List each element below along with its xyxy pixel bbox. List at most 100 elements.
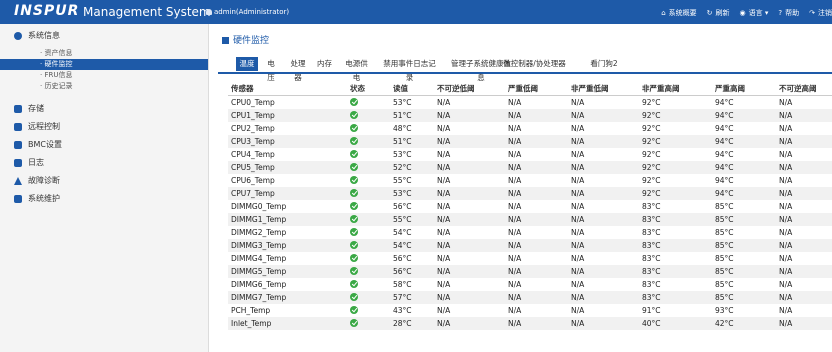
table-cell: DIMMG3_Temp xyxy=(228,239,347,252)
home-icon: ⌂ xyxy=(661,9,666,17)
sidebar-subitem-1[interactable]: · 硬件监控 xyxy=(0,59,208,70)
table-cell: 56°C xyxy=(393,254,412,263)
maintenance-icon xyxy=(14,195,22,203)
table-cell: 54°C xyxy=(393,228,412,237)
status-ok-icon xyxy=(350,293,358,301)
table-cell: N/A xyxy=(505,291,568,304)
sidebar-group-5[interactable]: 故障诊断 xyxy=(0,172,208,190)
table-cell: N/A xyxy=(568,239,639,252)
table-cell: N/A xyxy=(505,265,568,278)
table-row: CPU7_Temp 53°C N/A N/A N/A 92°C 94°C N/A xyxy=(228,187,832,200)
table-cell: N/A xyxy=(776,239,832,252)
table-cell: N/A xyxy=(508,228,522,237)
table-cell: N/A xyxy=(779,202,793,211)
status-ok-icon xyxy=(350,176,358,184)
tab-5[interactable]: 禁用事件日志记录 xyxy=(378,57,441,82)
sidebar-group-0[interactable]: 系统信息 xyxy=(0,27,208,45)
table-cell: 94°C xyxy=(715,124,734,133)
table-cell: N/A xyxy=(434,291,505,304)
refresh-icon: ↻ xyxy=(706,9,713,17)
table-cell: 28°C xyxy=(390,317,434,330)
table-cell: CPU0_Temp xyxy=(231,98,275,107)
status-cell xyxy=(347,239,390,252)
table-cell: N/A xyxy=(434,239,505,252)
status-cell xyxy=(347,265,390,278)
top-nav-item[interactable]: ↻ 刷新 xyxy=(707,9,730,17)
table-cell: N/A xyxy=(505,109,568,122)
table-cell: DIMMG5_Temp xyxy=(228,265,347,278)
sidebar-group-2[interactable]: 远程控制 xyxy=(0,118,208,136)
table-cell: N/A xyxy=(571,98,585,107)
table-cell: N/A xyxy=(508,98,522,107)
status-ok-icon xyxy=(350,254,358,262)
user-icon xyxy=(206,9,212,15)
status-cell xyxy=(347,200,390,213)
column-header[interactable]: 状态 xyxy=(347,82,390,96)
sidebar-group-3[interactable]: BMC设置 xyxy=(0,136,208,154)
table-cell: 53°C xyxy=(393,98,412,107)
table-cell: CPU5_Temp xyxy=(228,161,347,174)
top-nav: ⌂ 系统概要 ↻ 刷新 ◉ 语言 ▾ ? 帮助 ↷ 注销 xyxy=(651,8,832,18)
tab-0[interactable]: 温度 xyxy=(236,57,258,71)
table-cell: 85°C xyxy=(712,265,776,278)
tab-7[interactable]: 微控制器/协处理器 xyxy=(493,57,576,71)
top-nav-label: 刷新 xyxy=(715,9,730,17)
table-cell: N/A xyxy=(779,176,793,185)
table-cell: N/A xyxy=(779,98,793,107)
top-nav-item[interactable]: ↷ 注销 xyxy=(809,9,832,17)
column-header[interactable]: 非严重低阈 xyxy=(568,82,639,96)
status-ok-icon xyxy=(350,150,358,158)
table-cell: 54°C xyxy=(390,239,434,252)
sidebar-subitem-0[interactable]: · 资产信息 xyxy=(0,48,208,59)
table-cell: CPU7_Temp xyxy=(228,187,347,200)
tab-8[interactable]: 看门狗2 xyxy=(587,57,621,71)
column-header[interactable]: 不可逆低阈 xyxy=(434,82,505,96)
table-cell: 56°C xyxy=(390,265,434,278)
table-cell: N/A xyxy=(437,202,451,211)
table-cell: N/A xyxy=(437,306,451,315)
table-cell: 83°C xyxy=(642,280,661,289)
sidebar-group-1[interactable]: 存储 xyxy=(0,100,208,118)
table-row: CPU6_Temp 55°C N/A N/A N/A 92°C 94°C N/A xyxy=(228,174,832,187)
table-cell: N/A xyxy=(437,150,451,159)
gear-icon xyxy=(14,141,22,149)
status-cell xyxy=(347,174,390,187)
column-header[interactable]: 读值 xyxy=(390,82,434,96)
column-header[interactable]: 非严重高阈 xyxy=(639,82,712,96)
sidebar-subitem-3[interactable]: · 历史记录 xyxy=(0,81,208,92)
top-nav-item[interactable]: ◉ 语言 ▾ xyxy=(740,9,769,17)
sidebar-group-6[interactable]: 系统维护 xyxy=(0,190,208,208)
top-nav-label: 语言 ▾ xyxy=(748,9,769,17)
sidebar-group-label: 日志 xyxy=(28,158,44,167)
table-cell: N/A xyxy=(571,124,585,133)
tab-1[interactable]: 电压 xyxy=(262,57,280,82)
table-cell: N/A xyxy=(568,291,639,304)
sidebar-group-4[interactable]: 日志 xyxy=(0,154,208,172)
status-ok-icon xyxy=(350,163,358,171)
table-cell: CPU6_Temp xyxy=(231,176,275,185)
table-cell: N/A xyxy=(571,202,585,211)
tab-3[interactable]: 内存 xyxy=(314,57,335,71)
table-header: 传感器 状态 读值 不可逆低阈 严重低阈 非严重低阈 非严重高阈 严重高阈 不可逆高阈 xyxy=(228,82,832,96)
table-cell: 94°C xyxy=(712,187,776,200)
top-nav-item[interactable]: ⌂ 系统概要 xyxy=(661,9,696,17)
table-row: DIMMG2_Temp 54°C N/A N/A N/A 83°C 85°C N/A xyxy=(228,226,832,239)
column-header[interactable]: 传感器 xyxy=(228,82,347,96)
table-cell: 85°C xyxy=(715,228,734,237)
table-cell: DIMMG6_Temp xyxy=(231,280,287,289)
table-cell: N/A xyxy=(437,98,451,107)
table-cell: N/A xyxy=(508,150,522,159)
top-nav-item[interactable]: ? 帮助 xyxy=(778,9,799,17)
sidebar-group-label: 系统维护 xyxy=(28,194,60,203)
sidebar-subitem-2[interactable]: · FRU信息 xyxy=(0,70,208,81)
table-cell: 43°C xyxy=(393,306,412,315)
tab-2[interactable]: 处理器 xyxy=(284,57,312,82)
column-header[interactable]: 不可逆高阈 xyxy=(776,82,832,96)
table-cell: N/A xyxy=(505,239,568,252)
column-header[interactable]: 严重低阈 xyxy=(505,82,568,96)
table-cell: N/A xyxy=(776,213,832,226)
column-header[interactable]: 严重高阈 xyxy=(712,82,776,96)
table-cell: N/A xyxy=(776,135,832,148)
status-cell xyxy=(347,252,390,265)
tab-4[interactable]: 电源供电 xyxy=(339,57,374,82)
